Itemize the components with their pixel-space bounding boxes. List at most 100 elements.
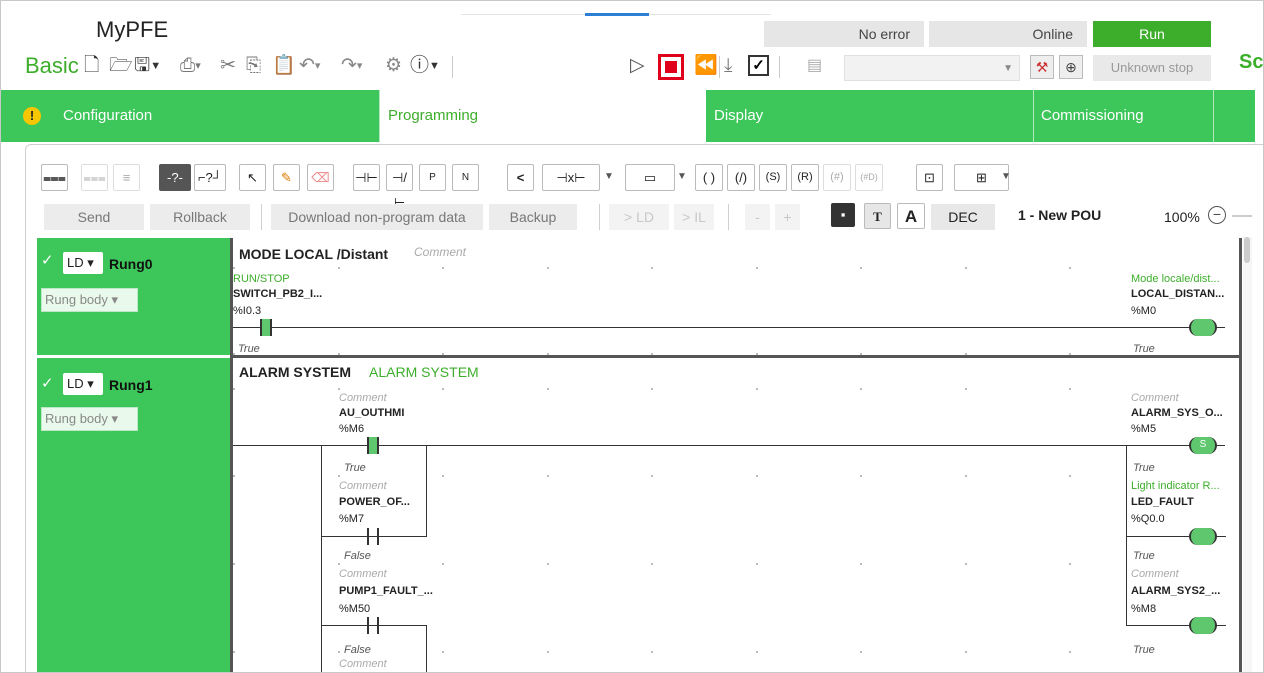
backup-button[interactable]: Backup <box>489 204 577 230</box>
grid-dot <box>547 353 549 355</box>
coil-element[interactable] <box>1189 528 1217 545</box>
negated-coil-icon[interactable]: (/) <box>727 164 755 191</box>
n-contact-icon[interactable]: N <box>452 164 479 191</box>
function-block-icon[interactable]: ⊣x⊢ <box>542 164 600 191</box>
tab-commissioning[interactable]: Commissioning <box>1033 90 1213 142</box>
zoom-in-step-button[interactable]: + <box>775 204 800 230</box>
scrollbar-thumb[interactable] <box>1244 237 1250 263</box>
contact-element[interactable] <box>367 437 379 454</box>
coil-element[interactable] <box>1189 617 1217 634</box>
eraser-icon[interactable]: ⌫ <box>307 164 334 191</box>
play-icon[interactable]: ▷ <box>630 55 645 77</box>
rung-lang-select[interactable]: LD ▾ <box>63 373 103 395</box>
rung-lang-select[interactable]: LD ▾ <box>63 252 103 274</box>
cut-icon[interactable]: ✂ <box>220 55 236 77</box>
grid-dot <box>651 563 653 565</box>
coil-symbol[interactable]: LOCAL_DISTAN... <box>1131 288 1224 300</box>
set-coil-element[interactable]: S <box>1189 437 1217 454</box>
rung-body-select[interactable]: Rung body ▾ <box>41 407 138 431</box>
no-contact-icon[interactable]: ⊣⊢ <box>353 164 380 191</box>
coil-address: %M0 <box>1131 305 1157 317</box>
operation-block-icon[interactable]: ▭ <box>625 164 675 191</box>
send-button[interactable]: Send <box>44 204 144 230</box>
contact-element[interactable] <box>367 617 379 634</box>
select-mode-icon[interactable]: -?- <box>159 164 191 191</box>
comment-icon[interactable]: ▪ <box>831 203 855 227</box>
insert-rung-icon[interactable]: ⩶ <box>41 164 68 191</box>
font-size-icon[interactable]: A <box>897 203 925 229</box>
download-icon[interactable]: ⤓ <box>724 55 732 77</box>
print-icon[interactable]: ⎙▾ <box>180 55 201 77</box>
rollback-button[interactable]: Rollback <box>150 204 250 230</box>
grid-dot <box>338 651 340 653</box>
grid-dot <box>651 388 653 390</box>
grid-dot <box>1069 388 1071 390</box>
operate-block-icon[interactable]: ⊡ <box>916 164 943 191</box>
contact-element[interactable] <box>260 319 272 336</box>
new-file-icon[interactable]: 🗋 <box>84 55 99 77</box>
p-contact-icon[interactable]: P <box>419 164 446 191</box>
rung-body-select[interactable]: Rung body ▾ <box>41 288 138 312</box>
reset-coil-icon[interactable]: (R) <box>791 164 819 191</box>
pencil-icon[interactable]: ✎ <box>273 164 300 191</box>
coil-symbol[interactable]: ALARM_SYS2_... <box>1131 585 1220 597</box>
nc-contact-icon[interactable]: ⊣/⊢ <box>386 164 413 210</box>
coil-comment: Comment <box>1131 568 1179 580</box>
zoom-out-icon[interactable]: − <box>1208 206 1226 224</box>
pointer-icon[interactable]: ↖ <box>239 164 266 191</box>
chevron-down-icon[interactable]: ▼ <box>677 171 687 182</box>
save-icon[interactable]: 🖫▼ <box>134 55 161 77</box>
open-folder-icon[interactable]: 🗁 <box>109 55 133 77</box>
grid-dot <box>547 651 549 653</box>
copy-icon[interactable]: ⎘ <box>246 55 261 77</box>
contact-symbol[interactable]: POWER_OF... <box>339 496 410 508</box>
ndc-coil-icon[interactable]: (#D) <box>855 164 883 191</box>
grid-dot <box>233 475 235 477</box>
coil-element[interactable] <box>1189 319 1217 336</box>
stop-icon[interactable] <box>658 54 684 80</box>
controller-select[interactable]: ▼ <box>844 55 1020 81</box>
tab-configuration[interactable]: Configuration <box>55 90 379 142</box>
chevron-down-icon[interactable]: ▼ <box>604 171 614 182</box>
scrollbar-track[interactable] <box>1243 237 1252 672</box>
tab-programming[interactable]: Programming <box>380 90 706 142</box>
text-icon[interactable]: T <box>864 203 891 229</box>
grid-dot <box>1069 563 1071 565</box>
coil-symbol[interactable]: LED_FAULT <box>1131 496 1194 508</box>
zoom-out-step-button[interactable]: - <box>745 204 770 230</box>
dec-button[interactable]: DEC <box>931 204 995 230</box>
coil-icon[interactable]: ( ) <box>695 164 723 191</box>
rung-header-1[interactable] <box>37 358 230 672</box>
contact-symbol[interactable]: AU_OUTHMI <box>339 407 404 419</box>
contact-symbol[interactable]: PUMP1_FAULT_... <box>339 585 433 597</box>
tab-display[interactable]: Display <box>706 90 1033 142</box>
convert-ld-button[interactable]: > LD <box>609 204 669 230</box>
coil-symbol[interactable]: ALARM_SYS_O... <box>1131 407 1223 419</box>
undo-icon[interactable]: ↶▾ <box>299 55 320 77</box>
contact-symbol[interactable]: SWITCH_PB2_I... <box>233 288 322 300</box>
contact-element[interactable] <box>367 528 379 545</box>
convert-il-button[interactable]: > IL <box>674 204 714 230</box>
contact-address: %I0.3 <box>233 305 262 317</box>
grid-dot <box>756 475 758 477</box>
grid-dot <box>756 651 758 653</box>
zoom-slider[interactable] <box>1232 215 1252 217</box>
network-icon[interactable]: ⊕ <box>1059 55 1083 79</box>
delete-rung-icon[interactable]: ≡ <box>113 164 140 191</box>
paste-icon[interactable]: 📋 <box>272 55 296 77</box>
rewind-icon[interactable]: ⏪ <box>694 55 718 77</box>
settings-icon[interactable]: ⚙ <box>385 55 402 77</box>
download-non-program-data-button[interactable]: Download non-program data <box>271 204 483 230</box>
help-icon[interactable]: ⓘ▼ <box>410 55 440 77</box>
check-icon[interactable]: ✓ <box>748 55 769 76</box>
pulse-coil-icon[interactable]: (#) <box>823 164 851 191</box>
set-coil-icon[interactable]: (S) <box>759 164 787 191</box>
tools-icon[interactable]: ⚒ <box>1030 55 1054 79</box>
warning-icon[interactable]: ! <box>23 107 41 125</box>
insert-branch-icon[interactable]: ⩶ <box>81 164 108 191</box>
chevron-down-icon[interactable]: ▼ <box>1001 171 1011 182</box>
redo-icon[interactable]: ↷▾ <box>341 55 362 77</box>
compare-icon[interactable]: < <box>507 164 534 191</box>
branch-mode-icon[interactable]: ⌐?┘ <box>194 164 226 191</box>
memory-icon[interactable]: ▤ <box>807 55 822 77</box>
